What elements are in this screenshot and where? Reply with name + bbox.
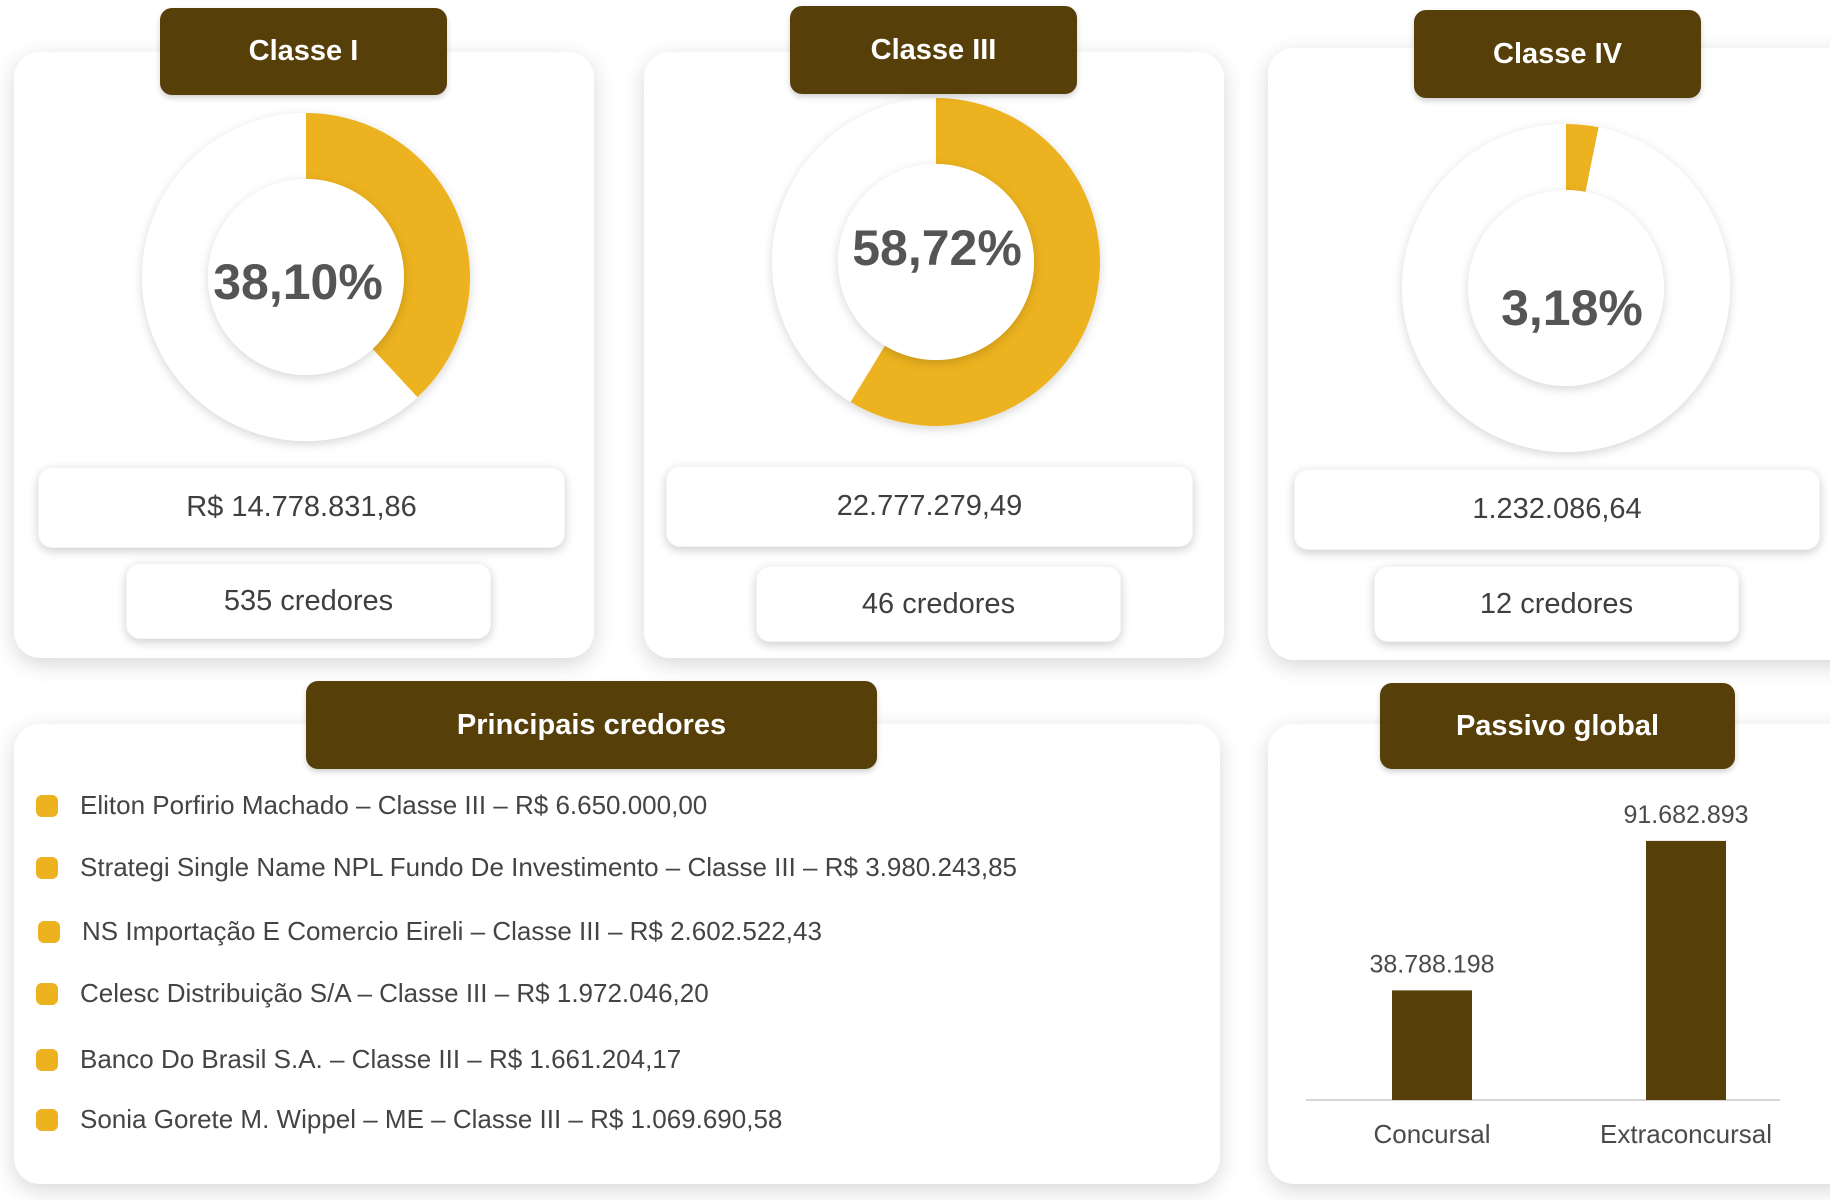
badge-classe-iii: Classe III — [790, 6, 1077, 94]
bullet-icon — [36, 856, 58, 879]
category-label: Extraconcursal — [1600, 1119, 1772, 1149]
creditors-count-classe-i: 535 credores — [126, 563, 491, 639]
bullet-icon — [36, 1108, 58, 1131]
category-label: Concursal — [1373, 1119, 1490, 1149]
list-item: Celesc Distribuição S/A – Classe III – R… — [36, 978, 709, 1009]
creditors-panel-title: Principais credores — [306, 681, 877, 769]
amount-classe-iii: 22.777.279,49 — [666, 466, 1193, 547]
list-item-text: Eliton Porfirio Machado – Classe III – R… — [80, 790, 708, 820]
creditors-count-classe-iii: 46 credores — [756, 566, 1121, 642]
list-item: Banco Do Brasil S.A. – Classe III – R$ 1… — [36, 1044, 681, 1075]
badge-classe-i: Classe I — [160, 8, 447, 95]
list-item: Sonia Gorete M. Wippel – ME – Classe III… — [36, 1104, 782, 1135]
bar-chart-passivo-global: 38.788.198 Concursal 91.682.893 Extraconcur… — [1306, 801, 1780, 1149]
list-item: NS Importação E Comercio Eireli – Classe… — [38, 916, 822, 947]
bar-value-label: 91.682.893 — [1623, 801, 1748, 829]
list-item-text: Banco Do Brasil S.A. – Classe III – R$ 1… — [80, 1044, 682, 1074]
bullet-icon — [36, 794, 58, 817]
list-item: Eliton Porfirio Machado – Classe III – R… — [36, 790, 707, 821]
list-item-text: Strategi Single Name NPL Fundo De Invest… — [80, 852, 1018, 882]
list-item-text: NS Importação E Comercio Eireli – Classe… — [82, 916, 822, 946]
list-item-text: Sonia Gorete M. Wippel – ME – Classe III… — [80, 1104, 783, 1134]
bullet-icon — [36, 982, 58, 1005]
amount-classe-iv: 1.232.086,64 — [1294, 469, 1820, 550]
creditors-count-classe-iv: 12 credores — [1374, 566, 1739, 642]
percent-label-classe-iv: 3,18% — [1501, 280, 1643, 336]
bar-concursal — [1392, 990, 1472, 1100]
bullet-icon — [36, 1048, 58, 1071]
list-item-text: Celesc Distribuição S/A – Classe III – R… — [80, 978, 709, 1008]
percent-label-classe-iii: 58,72% — [852, 220, 1022, 276]
bar-value-label: 38.788.198 — [1369, 950, 1494, 978]
list-item: Strategi Single Name NPL Fundo De Invest… — [36, 852, 1017, 883]
passivo-panel-title: Passivo global — [1380, 683, 1735, 769]
percent-label-classe-i: 38,10% — [213, 254, 383, 310]
bullet-icon — [38, 920, 60, 943]
badge-classe-iv: Classe IV — [1414, 10, 1701, 98]
bar-extraconcursal — [1646, 840, 1726, 1100]
amount-classe-i: R$ 14.778.831,86 — [38, 467, 565, 548]
